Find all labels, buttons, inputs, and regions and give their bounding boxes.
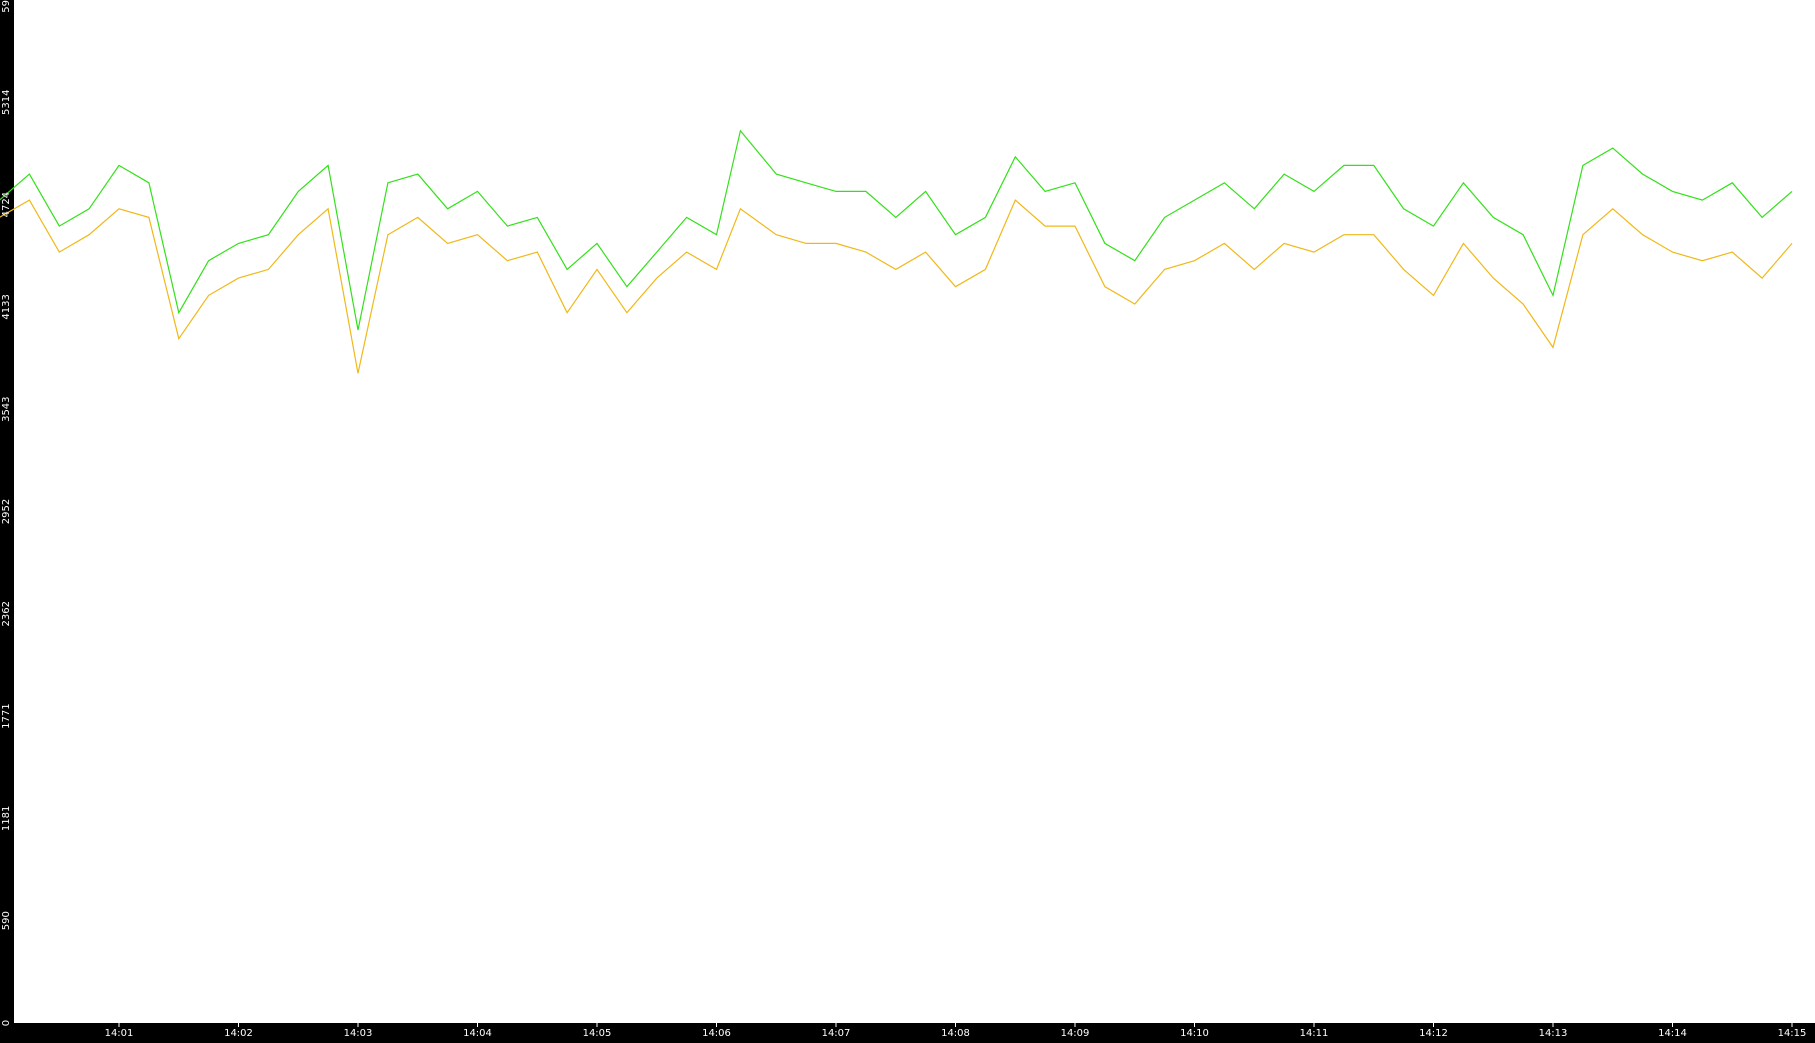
y-tick-label: 3543 bbox=[1, 396, 12, 421]
x-tick-label: 14:04 bbox=[463, 1028, 492, 1039]
y-tick-label: 1771 bbox=[1, 703, 12, 728]
x-tick-label: 14:10 bbox=[1180, 1028, 1209, 1039]
x-tick-label: 14:15 bbox=[1778, 1028, 1807, 1039]
x-tick-label: 14:13 bbox=[1539, 1028, 1568, 1039]
y-tick-label: 5314 bbox=[1, 90, 12, 115]
x-tick-label: 14:05 bbox=[583, 1028, 612, 1039]
y-tick-label: 1181 bbox=[1, 806, 12, 831]
x-tick-label: 14:07 bbox=[822, 1028, 851, 1039]
x-tick-label: 14:11 bbox=[1300, 1028, 1329, 1039]
x-tick-label: 14:14 bbox=[1658, 1028, 1687, 1039]
x-tick-label: 14:09 bbox=[1061, 1028, 1090, 1039]
y-tick-label: 4133 bbox=[1, 294, 12, 319]
chart: 0 590 1181 1771 2362 2952 3543 4133 4724 5314 5905… bbox=[0, 0, 1815, 1039]
x-tick-label: 14:08 bbox=[941, 1028, 970, 1039]
y-tick-label: 4724 bbox=[1, 192, 12, 217]
y-tick-label: 590 bbox=[1, 911, 12, 930]
line-chart: 0 590 1181 1771 2362 2952 3543 4133 4724 5314 5905… bbox=[0, 0, 1815, 1039]
x-tick-label: 14:02 bbox=[224, 1028, 253, 1039]
y-tick-label: 0 bbox=[1, 1020, 12, 1026]
y-tick-label: 5905 bbox=[1, 0, 12, 13]
x-tick-label: 14:06 bbox=[702, 1028, 731, 1039]
x-tick-label: 14:12 bbox=[1419, 1028, 1448, 1039]
x-tick-label: 14:01 bbox=[105, 1028, 134, 1039]
y-tick-label: 2952 bbox=[1, 499, 12, 524]
x-tick-label: 14:03 bbox=[344, 1028, 373, 1039]
plot-area bbox=[14, 0, 1815, 1023]
y-tick-label: 2362 bbox=[1, 601, 12, 626]
